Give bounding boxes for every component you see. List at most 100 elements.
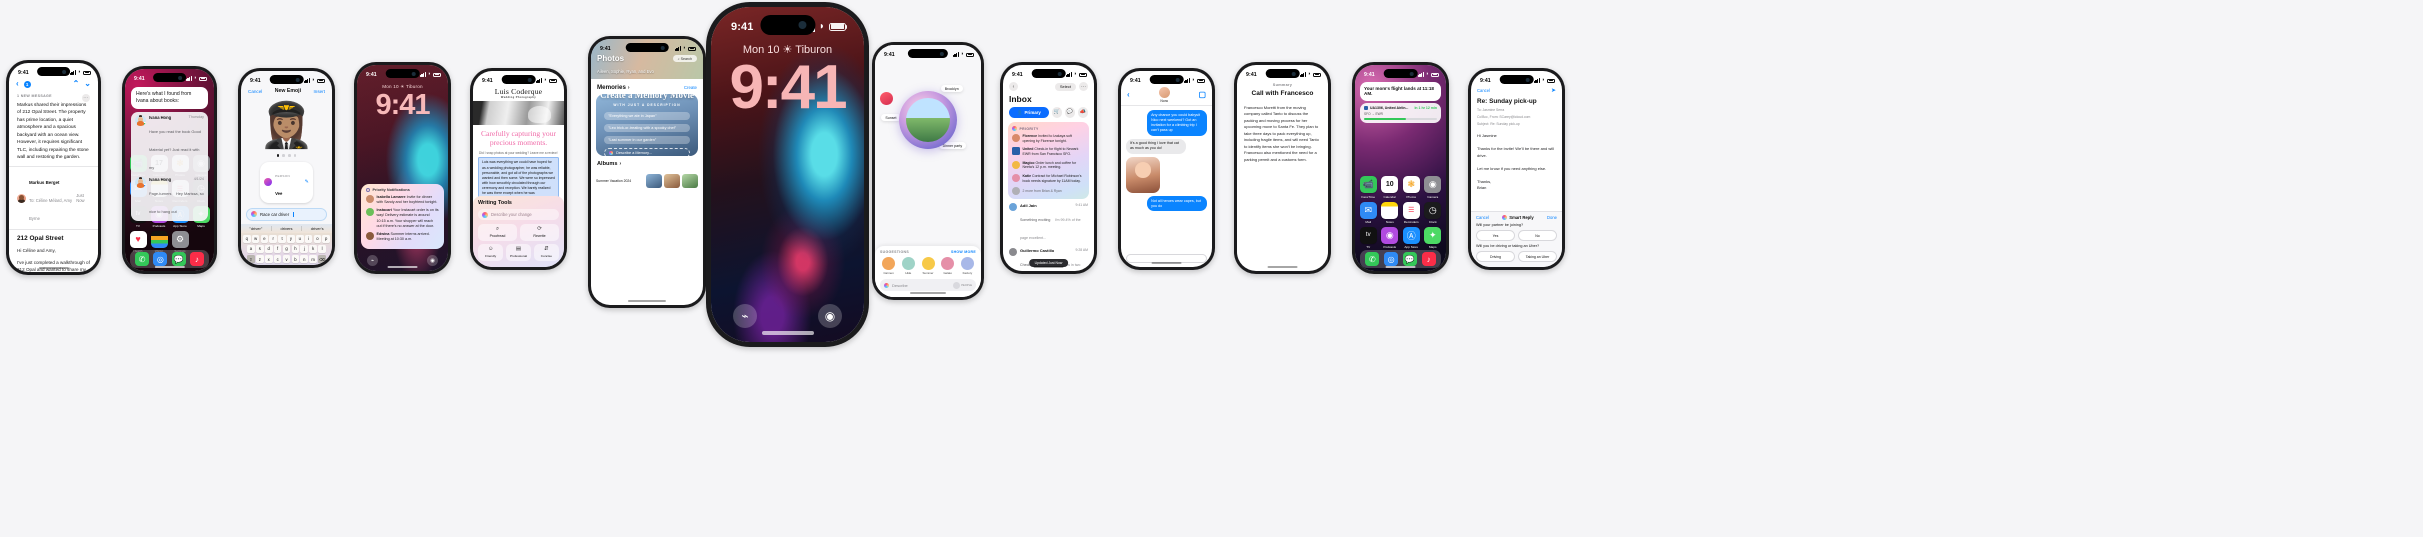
app-icon-photos[interactable]: ❃Photos — [1402, 176, 1421, 199]
suggestion-item[interactable]: Gelato — [939, 257, 956, 275]
select-button[interactable]: Select — [1054, 82, 1076, 91]
suggestion-0[interactable]: "driver" — [241, 225, 272, 231]
album-thumbnail[interactable] — [682, 174, 698, 188]
suggestion-item[interactable]: Summer — [919, 257, 936, 275]
ellipsis-icon[interactable]: ··· — [1079, 82, 1088, 91]
compose-body[interactable]: Hi Jasmine Thanks for the invite! We'll … — [1471, 129, 1562, 195]
message-bubble-outgoing[interactable]: Any chance you could babysit Nico next w… — [1147, 110, 1207, 136]
friendly-button[interactable]: ☺ Friendly — [478, 244, 504, 261]
reply-option[interactable]: Taking an Uber — [1518, 251, 1557, 262]
tab-primary[interactable]: 👤 Primary — [1009, 107, 1049, 118]
compose-cc-line[interactable]: Cc/Bcc, From: SCarey@icloud.com — [1471, 115, 1562, 122]
key-m[interactable]: m — [309, 254, 317, 264]
tab-updates[interactable]: 💬 — [1064, 107, 1075, 118]
flashlight-icon[interactable]: ⌁ — [367, 255, 378, 266]
selected-text[interactable]: Luis was everything we could have hoped … — [478, 156, 559, 200]
search-button[interactable]: ⌕ Search — [672, 55, 697, 62]
key-o[interactable]: o — [313, 234, 322, 244]
albums-row[interactable]: Summer Vacation 2024 — [591, 174, 703, 188]
video-icon[interactable]: ▢ — [1198, 91, 1206, 99]
concept-chip[interactable]: Sunset — [881, 114, 901, 122]
key-j[interactable]: j — [300, 244, 309, 254]
safari-icon[interactable]: ◎ — [1384, 252, 1399, 266]
priority-notification-item[interactable]: Isabella Lamarre Invite for dinner with … — [366, 195, 439, 205]
key-w[interactable]: w — [251, 234, 260, 244]
key-y[interactable]: y — [287, 234, 295, 244]
messages-icon[interactable]: 💬 — [171, 252, 186, 266]
priority-email-item[interactable]: Florence Invited to Izakaya soft opening… — [1012, 134, 1085, 144]
priority-notification-item[interactable]: Edwina Summer interns arrived. Meeting a… — [366, 231, 439, 242]
more-options-icon[interactable]: ··· — [82, 94, 90, 102]
safari-icon[interactable]: ◎ — [153, 252, 168, 266]
key-b[interactable]: b — [291, 254, 300, 264]
suggestion-item[interactable]: Hide — [900, 257, 917, 275]
key-x[interactable]: x — [264, 254, 273, 264]
priority-email-item[interactable]: Magico Order lunch and coffee for Neeta'… — [1012, 160, 1085, 171]
cancel-button[interactable]: Cancel — [248, 89, 262, 94]
describe-memory-input[interactable]: Describe a Memory... — [604, 147, 690, 156]
camera-icon[interactable]: ◉ — [818, 304, 842, 328]
send-icon[interactable]: ➤ — [1551, 87, 1556, 94]
create-link[interactable]: Create — [684, 85, 697, 90]
priority-panel[interactable]: PRIORITY Florence Invited to Izakaya sof… — [1008, 122, 1089, 200]
app-icon-podcasts[interactable]: ◉Podcasts — [1381, 226, 1400, 249]
memories-section-header[interactable]: Memories › Create — [591, 79, 703, 94]
message-bubble-outgoing[interactable]: Not all heroes wear capes, but you do — [1147, 196, 1207, 212]
key-a[interactable]: a — [247, 244, 255, 254]
suggestion-2[interactable]: driver's — [302, 226, 332, 231]
reply-option[interactable]: Driving — [1476, 251, 1515, 262]
app-icon-facetime[interactable]: 📹FaceTime — [1359, 176, 1378, 199]
messages-icon[interactable]: 💬 — [1402, 252, 1417, 266]
memory-suggestion[interactable]: "Last summer in our garden" — [604, 135, 690, 144]
key-u[interactable]: u — [295, 234, 304, 244]
key-g[interactable]: g — [282, 244, 291, 254]
priority-email-item[interactable]: United Check-in for flight to Newark EWR… — [1012, 147, 1085, 157]
back-chevron-icon[interactable]: ‹ — [1009, 82, 1018, 91]
panel-done-button[interactable]: Done — [1547, 215, 1557, 220]
phone-icon[interactable]: ✆ — [1365, 252, 1380, 266]
professional-button[interactable]: ▤ Professional — [505, 244, 532, 261]
key-shift[interactable]: ⇧ — [247, 254, 255, 264]
keyboard[interactable]: qwertyuiop asdfghjkl ⇧zxcvbnm⌫ 123 space… — [241, 232, 332, 265]
describe-change-input[interactable]: Describe your change — [478, 209, 559, 220]
suggestion-item[interactable]: Carmen — [880, 257, 897, 275]
key-z[interactable]: z — [256, 254, 264, 264]
key-f[interactable]: f — [273, 244, 282, 254]
notification-item[interactable]: Ivana Hong Thursday Have you read the bo… — [135, 114, 204, 174]
show-more-button[interactable]: SHOW MORE — [951, 250, 976, 254]
key-c[interactable]: c — [273, 254, 282, 264]
concept-chip[interactable]: Brooklyn — [940, 85, 963, 93]
music-icon[interactable]: ♪ — [1421, 252, 1436, 266]
back-chevron-icon[interactable]: ‹ — [16, 80, 19, 88]
app-icon-maps[interactable]: ✦Maps — [1424, 226, 1443, 249]
priority-email-item[interactable]: Katie Contract for Michael Robinson's bo… — [1012, 173, 1085, 184]
key-i[interactable]: i — [304, 234, 313, 244]
panel-cancel-button[interactable]: Cancel — [1476, 215, 1489, 220]
pencil-icon[interactable]: ✎ — [305, 179, 309, 185]
notification-item[interactable]: Ivana Hong 4/1/24 Page-turners Hey Maris… — [135, 176, 204, 218]
album-thumbnail[interactable] — [664, 174, 680, 188]
key-d[interactable]: d — [264, 244, 273, 254]
key-h[interactable]: h — [291, 244, 300, 254]
priority-notification-item[interactable]: Instacart Your Instacart order is on its… — [366, 208, 439, 228]
key-r[interactable]: r — [269, 234, 278, 244]
memory-suggestion[interactable]: "Leo trick-or-treating with a spooky che… — [604, 123, 690, 132]
keyboard-suggestion-bar[interactable]: "driver" drivers driver's — [241, 223, 332, 233]
genmoji-prompt-field[interactable]: Race car driver — [246, 207, 327, 221]
compose-subject-line[interactable]: Subject: Re: Sunday pick-up — [1471, 122, 1562, 129]
generated-image[interactable] — [899, 91, 957, 149]
person-avatar[interactable] — [952, 281, 960, 289]
inbox-row[interactable]: Adil Jain 9:41 AM Something exciting I'm… — [1009, 203, 1088, 244]
app-icon-calendar[interactable]: 10 Calendar — [1381, 176, 1400, 199]
app-icon-notes[interactable]: Notes — [1381, 201, 1400, 224]
app-icon-appstore[interactable]: ⒶApp Store — [1402, 226, 1421, 249]
notification-stack[interactable]: Ivana Hong Thursday Have you read the bo… — [131, 111, 208, 221]
key-l[interactable]: l — [318, 244, 326, 254]
phone-icon[interactable]: ✆ — [135, 252, 150, 266]
contact-header[interactable]: Nora — [1130, 87, 1199, 103]
playground-preview[interactable]: Brooklyn Sunset Dinner party — [875, 74, 981, 166]
insert-button[interactable]: Insert — [313, 89, 325, 94]
more-senders-row[interactable]: 2 more from Brian & Ryan — [1012, 187, 1085, 196]
sender-recipients[interactable]: To: Céline Mélard, Amy Byrne — [29, 198, 72, 221]
priority-notifications-card[interactable]: Priority Notifications Isabella Lamarre … — [361, 184, 444, 249]
